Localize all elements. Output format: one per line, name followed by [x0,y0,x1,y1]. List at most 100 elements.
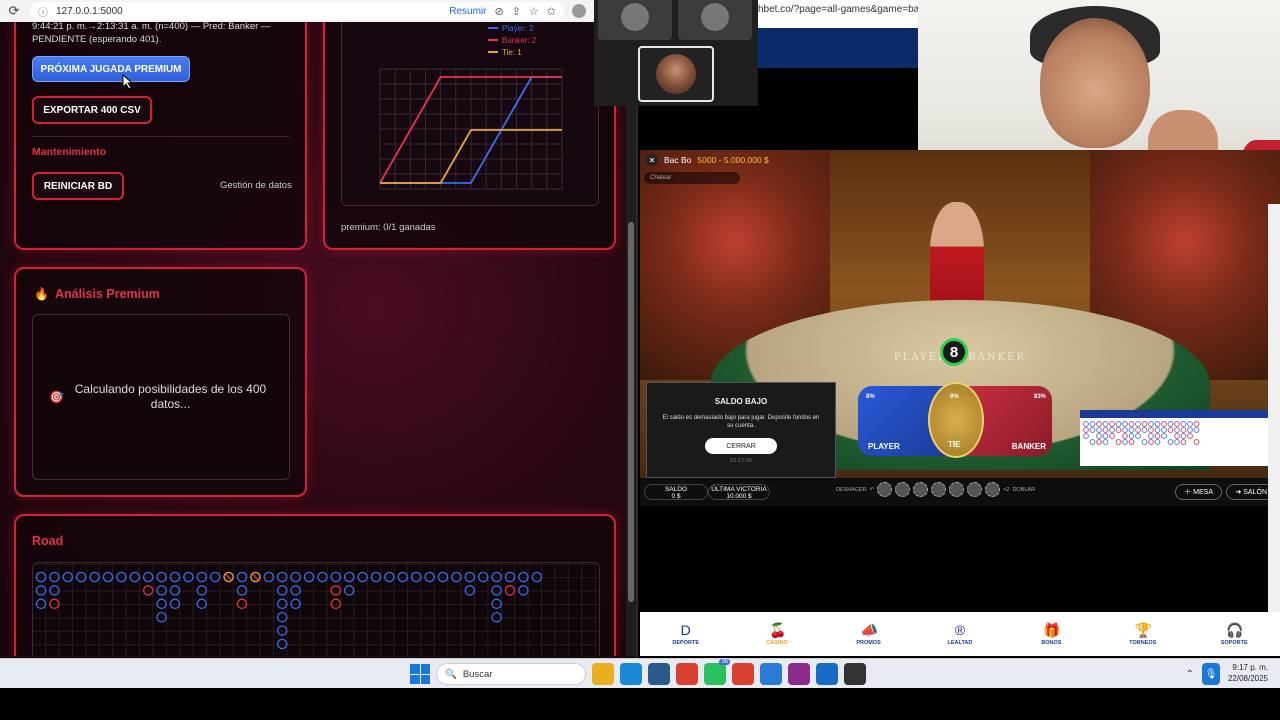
chip[interactable] [985,482,1001,497]
score-bead [1154,439,1161,445]
modal-close-button[interactable]: CERRAR [705,438,777,454]
nav-item-bonos[interactable]: 🎁 BONOS [1021,622,1081,646]
site-info-icon[interactable]: ⓘ [38,4,48,19]
double-x2[interactable]: ×2 [1003,487,1009,493]
reset-db-button[interactable]: REINICIAR BD [32,172,124,200]
modal-title: SALDO BAJO [714,397,768,406]
nav-item-lealtad[interactable]: ® LEALTAD [930,622,990,646]
nav-item-promos[interactable]: 📣 PROMOS [839,622,899,646]
left-scrollbar[interactable] [626,22,636,656]
score-bead [1167,427,1174,433]
app-icon[interactable] [760,663,782,685]
chip[interactable] [931,482,947,497]
search-icon: 🔍 [445,668,457,680]
windows-start-icon[interactable] [410,664,430,684]
score-bead [1115,427,1122,433]
right-scrollbar[interactable] [1268,204,1280,656]
chip[interactable] [895,482,911,497]
nav-label: SOPORTE [1220,640,1248,646]
next-premium-play-button[interactable]: PRÓXIMA JUGADA PREMIUM [32,56,190,82]
score-bead [1096,433,1102,439]
translate-icon[interactable]: ⊘ [494,5,503,18]
chevron-up-icon[interactable]: ⌃ [1186,669,1194,680]
score-bead [1180,439,1187,445]
resumir-button[interactable]: Resumir [449,6,486,17]
chat-input[interactable]: Chatear [644,172,740,184]
edge-icon[interactable] [620,663,642,685]
score-bead [1089,427,1096,433]
score-bead [1187,433,1193,439]
export-csv-button[interactable]: EXPORTAR 400 CSV [32,96,152,124]
score-bead [1180,433,1187,439]
nav-item-torneos[interactable]: 🏆 TORNEOS [1113,622,1173,646]
score-bead [1154,433,1161,439]
clock[interactable]: 9:17 p. m. 22/08/2025 [1228,662,1268,684]
bet-tie-area[interactable]: 8% TIE [928,382,984,458]
file-explorer-icon[interactable] [592,663,614,685]
undo-icon[interactable]: ↶ [870,487,875,493]
whatsapp-icon[interactable]: 36 [704,659,730,685]
mesa-button[interactable]: ＋ MESA [1175,484,1222,500]
score-bead [1115,439,1122,445]
mic-icon[interactable]: 🎙 [1202,663,1220,685]
score-bead [1174,427,1180,433]
chrome-icon-2[interactable] [732,663,754,685]
reload-icon[interactable]: ⟳ [6,3,22,19]
promos-icon: 📣 [860,622,878,638]
right-browser-window: hbet.co/?page=all-games&game=bac [758,0,924,68]
score-bead [1122,427,1128,433]
share-icon[interactable]: ⇪ [512,5,521,18]
road-bead [263,571,275,583]
analysis-loading-box: 🎯 Calculando posibilidades de los 400 da… [32,314,290,480]
nav-label: CASINO [766,640,788,646]
score-bead [1128,439,1135,445]
game-bottom-bar: SALDO 0 $ ÚLTIMA VICTORIA 10.000 $ DESHA… [640,478,1280,506]
participant-tile[interactable] [678,0,752,40]
live-game: PLAYER ✦ BANKER 8 ✕ Bac Bo 5000 - 5.000.… [640,150,1280,506]
chip[interactable] [913,482,929,497]
scoreboard: 58% 42% [1080,410,1268,466]
road-bead [183,571,194,583]
bonos-icon: 🎁 [1043,622,1061,638]
chip[interactable] [967,482,983,497]
mesa-label: MESA [1193,488,1213,496]
score-bead [1083,421,1089,427]
participant-tile-active[interactable] [638,46,714,102]
favorites-icon[interactable]: ✩ [547,5,556,18]
address-bar[interactable]: ⓘ 127.0.0.1:5000 Resumir ⊘ ⇪ ☆ ✩ [30,2,564,20]
game-limits: 5000 - 5.000.000 $ [697,155,769,165]
road-bead [35,598,47,610]
store-icon[interactable] [648,663,670,685]
close-icon[interactable]: ✕ [646,154,658,166]
double-button[interactable]: DOBLAR [1012,487,1035,493]
left-scrollbar-thumb[interactable] [628,222,634,602]
chip[interactable] [877,482,893,497]
app-icon-2[interactable] [788,663,810,685]
chrome-icon[interactable] [676,663,698,685]
score-bead [1102,421,1109,427]
nav-item-casino[interactable]: 🍒 CASINO [747,622,807,646]
road-bead [116,571,127,583]
participant-tile[interactable] [598,0,672,40]
nav-item-soporte[interactable]: 🎧 SOPORTE [1204,622,1264,646]
game-title-bar: ✕ Bac Bo 5000 - 5.000.000 $ [646,154,769,166]
score-bead [1102,433,1109,439]
chip[interactable] [949,482,965,497]
last-win-display: ÚLTIMA VICTORIA 10.000 $ [708,484,770,500]
undo-button[interactable]: DESHACER [836,487,867,493]
target-icon: 🎯 [49,389,64,404]
score-bead [1109,421,1115,427]
road-bead [196,585,208,596]
bookmark-star-icon[interactable]: ☆ [529,5,539,18]
score-bead [1096,427,1102,433]
taskbar-search[interactable]: 🔍 Buscar [436,663,586,685]
vscode-icon[interactable] [816,663,838,685]
app-icon-3[interactable] [844,663,866,685]
profile-avatar[interactable] [572,4,586,18]
road-bead [504,585,516,596]
road-bead [491,585,502,596]
dealer [930,202,984,312]
nav-item-deporte[interactable]: D DEPORTE [656,622,716,646]
arrow-icon: ➜ [1235,489,1244,496]
low-balance-modal: SALDO BAJO El saldo es demasiado bajo pa… [646,382,836,478]
